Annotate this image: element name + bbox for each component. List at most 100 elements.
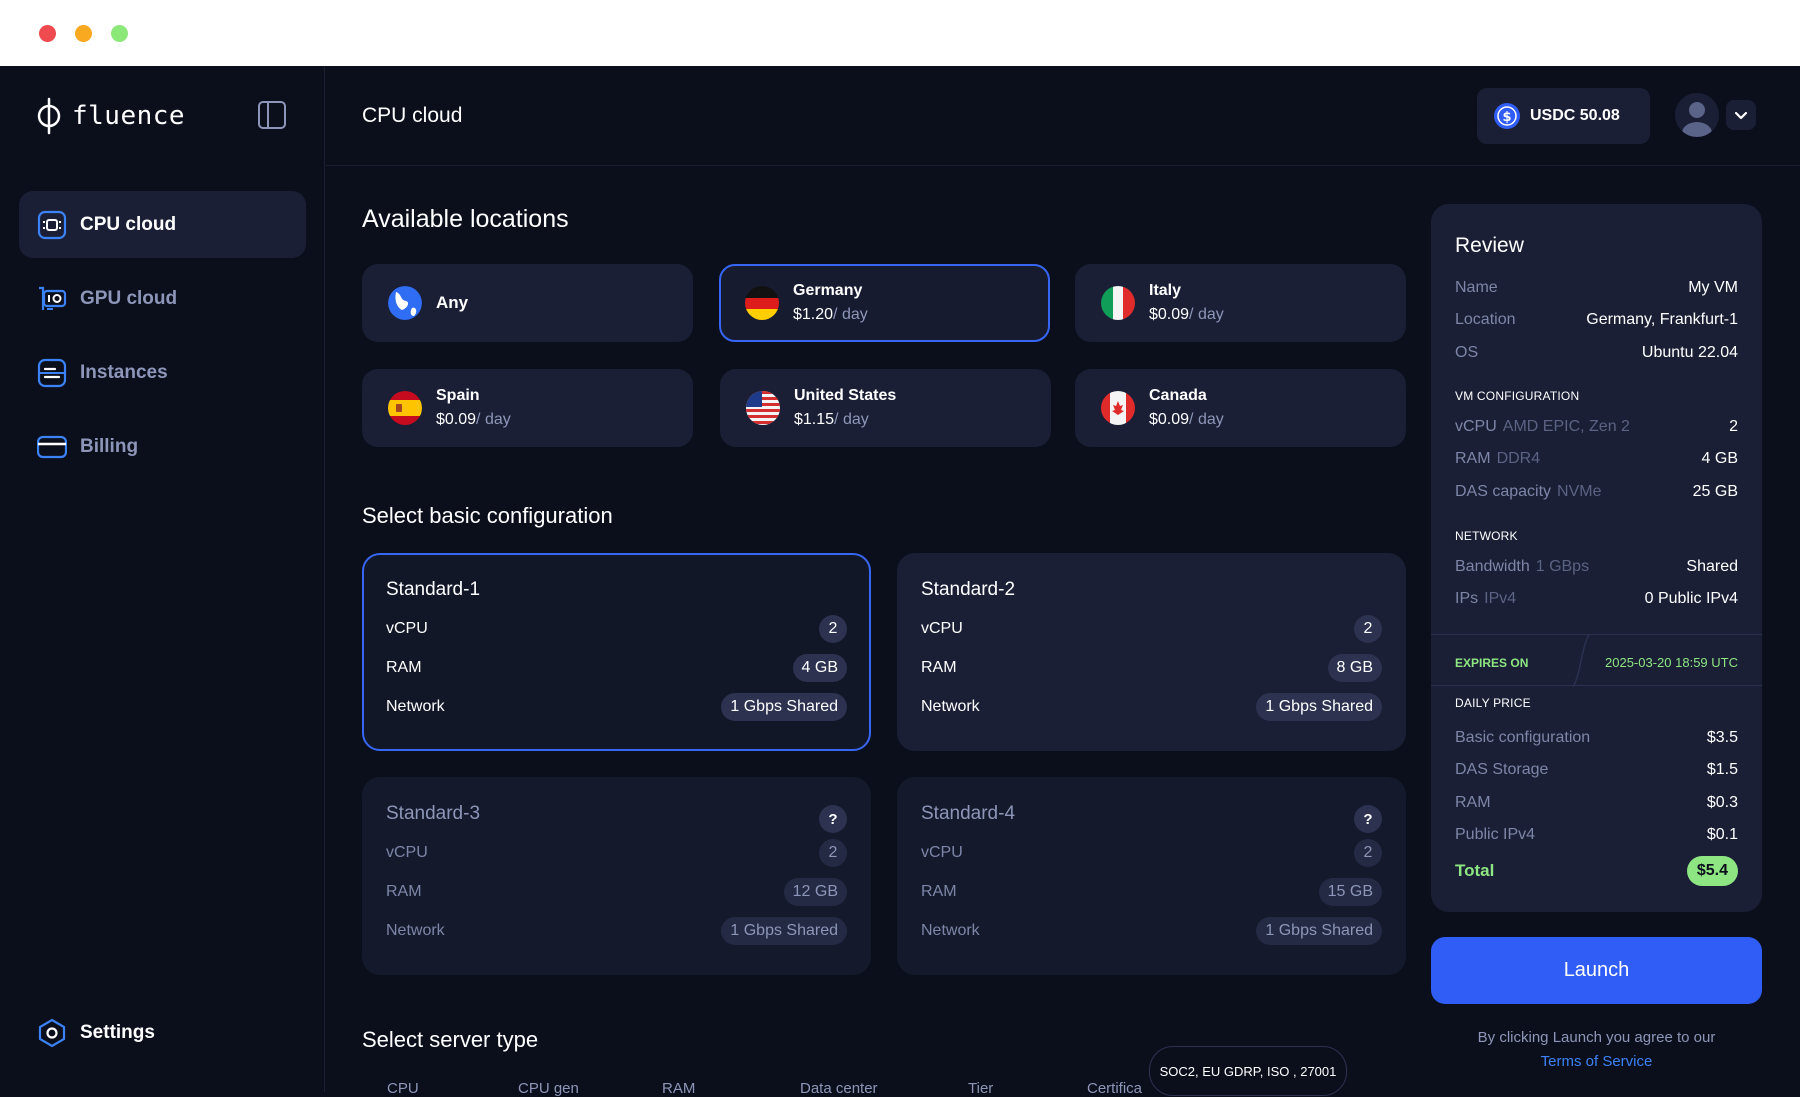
sidebar-item-instances[interactable]: Instances: [19, 339, 306, 406]
vcpu-label: vCPU: [386, 843, 428, 861]
price-value: $1.5: [1706, 761, 1738, 778]
cpu-icon: [37, 210, 67, 240]
vcpu-value: 2: [819, 614, 847, 643]
configuration-title: Select basic configuration: [362, 503, 613, 528]
review-label: IPs: [1455, 590, 1479, 607]
review-sublabel: NVMe: [1557, 483, 1602, 500]
location-name: Any: [436, 293, 469, 312]
config-card-standard-1[interactable]: Standard-1 vCPU 2 RAM 4 GB Network 1 Gbps S…: [362, 553, 871, 751]
brand-logo[interactable]: fluence: [36, 96, 185, 136]
wallet-balance[interactable]: $ USDC 50.08: [1477, 88, 1650, 144]
ram-label: RAM: [386, 658, 422, 676]
price-value: $0.3: [1706, 794, 1738, 811]
network-heading: NETWORK: [1455, 529, 1518, 543]
price-label: DAS Storage: [1455, 761, 1549, 778]
review-value: My VM: [1688, 279, 1738, 296]
user-avatar-icon: [1682, 102, 1712, 137]
total-value: $5.4: [1686, 856, 1738, 886]
terms-of-service-link[interactable]: Terms of Service: [1431, 1050, 1762, 1074]
network-label: Network: [386, 697, 445, 715]
price-label: RAM: [1455, 794, 1491, 811]
location-price: $1.20: [793, 306, 834, 323]
network-label: Network: [386, 921, 445, 939]
account-menu-button[interactable]: [1726, 100, 1756, 130]
config-card-standard-4[interactable]: Standard-4 ? vCPU 2 RAM 15 GB Network 1 Gbp…: [897, 777, 1406, 975]
review-row-bandwidth: Bandwidth 1 GBps Shared: [1455, 558, 1738, 576]
minimize-window-button[interactable]: [75, 25, 92, 42]
review-sublabel: DDR4: [1496, 450, 1541, 467]
close-window-button[interactable]: [39, 25, 56, 42]
config-name: Standard-2: [921, 579, 1016, 600]
column-header-cpu[interactable]: CPU: [387, 1080, 419, 1097]
launch-button[interactable]: Launch: [1431, 937, 1762, 1004]
review-row-name: Name My VM: [1455, 279, 1738, 297]
column-header-cpu-gen[interactable]: CPU gen: [518, 1080, 579, 1097]
maximize-window-button[interactable]: [111, 25, 128, 42]
network-value: 1 Gbps Shared: [721, 692, 847, 721]
column-header-tier[interactable]: Tier: [968, 1080, 993, 1097]
price-label: Basic configuration: [1455, 729, 1591, 746]
price-label: Public IPv4: [1455, 826, 1536, 843]
location-card-spain[interactable]: Spain $0.09/ day: [362, 369, 693, 447]
column-header-ram[interactable]: RAM: [662, 1080, 695, 1097]
location-price-unit: / day: [833, 306, 868, 323]
config-name: Standard-1: [386, 579, 481, 600]
help-badge[interactable]: ?: [819, 805, 847, 833]
card-icon: [37, 432, 67, 462]
expires-section: EXPIRES ON 2025-03-20 18:59 UTC: [1431, 634, 1762, 687]
column-header-certification[interactable]: Certifica: [1087, 1080, 1142, 1097]
location-price-unit: / day: [476, 411, 511, 428]
column-header-data-center[interactable]: Data center: [800, 1080, 878, 1097]
location-card-germany[interactable]: Germany $1.20/ day: [719, 264, 1050, 342]
review-row-vcpu: vCPU AMD EPIC, Zen 2 2: [1455, 418, 1738, 436]
ram-label: RAM: [386, 882, 422, 900]
sidebar-item-gpu-cloud[interactable]: GPU cloud: [19, 265, 306, 332]
terms-notice: By clicking Launch you agree to our Term…: [1431, 1026, 1762, 1074]
price-row-das-storage: DAS Storage $1.5: [1455, 761, 1738, 779]
ram-value: 12 GB: [783, 877, 847, 906]
location-price-unit: / day: [1189, 306, 1224, 323]
server-type-title: Select server type: [362, 1027, 539, 1052]
expires-value: 2025-03-20 18:59 UTC: [1605, 655, 1738, 670]
ram-label: RAM: [921, 658, 957, 676]
sidebar-item-billing[interactable]: Billing: [19, 413, 306, 480]
sidebar-item-label: GPU cloud: [80, 287, 178, 309]
help-badge[interactable]: ?: [1354, 805, 1382, 833]
avatar[interactable]: [1675, 93, 1719, 137]
location-card-italy[interactable]: Italy $0.09/ day: [1075, 264, 1406, 342]
review-sublabel: 1 GBps: [1535, 558, 1590, 575]
instances-icon: [37, 358, 67, 388]
price-row-total: Total $5.4: [1455, 856, 1738, 886]
location-card-any[interactable]: Any: [362, 264, 693, 342]
location-card-canada[interactable]: Canada $0.09/ day: [1075, 369, 1406, 447]
page-title: CPU cloud: [362, 104, 463, 127]
config-card-standard-2[interactable]: Standard-2 vCPU 2 RAM 8 GB Network 1 Gbps S…: [897, 553, 1406, 751]
review-value: Shared: [1686, 558, 1738, 575]
review-sublabel: IPv4: [1484, 590, 1517, 607]
certification-tooltip: SOC2, EU GDRP, ISO , 27001: [1149, 1046, 1347, 1096]
settings-label: Settings: [80, 1021, 155, 1043]
ram-value: 8 GB: [1327, 653, 1382, 682]
location-price-unit: / day: [834, 411, 869, 428]
collapse-sidebar-button[interactable]: [257, 100, 287, 130]
review-row-das: DAS capacity NVMe 25 GB: [1455, 483, 1738, 501]
ram-value: 15 GB: [1318, 877, 1382, 906]
top-header: CPU cloud $ USDC 50.08: [326, 66, 1800, 166]
fluence-logo-icon: [37, 97, 61, 135]
review-row-os: OS Ubuntu 22.04: [1455, 344, 1738, 362]
review-sublabel: AMD EPIC, Zen 2: [1502, 418, 1630, 435]
location-name: Spain: [436, 387, 480, 404]
review-value: 2: [1729, 418, 1738, 435]
review-value: 4 GB: [1701, 450, 1738, 467]
germany-flag-icon: [745, 286, 779, 320]
chevron-down-icon: [1734, 111, 1748, 120]
sidebar-item-settings[interactable]: Settings: [19, 999, 306, 1066]
location-card-united-states[interactable]: United States $1.15/ day: [720, 369, 1051, 447]
sidebar-item-cpu-cloud[interactable]: CPU cloud: [19, 191, 306, 258]
balance-amount: USDC 50.08: [1530, 107, 1620, 124]
price-row-ram: RAM $0.3: [1455, 794, 1738, 812]
config-card-standard-3[interactable]: Standard-3 ? vCPU 2 RAM 12 GB Network 1 Gbp…: [362, 777, 871, 975]
daily-price-heading: DAILY PRICE: [1455, 696, 1531, 710]
locations-title: Available locations: [362, 205, 569, 233]
sidebar-toggle-icon: [258, 101, 286, 129]
